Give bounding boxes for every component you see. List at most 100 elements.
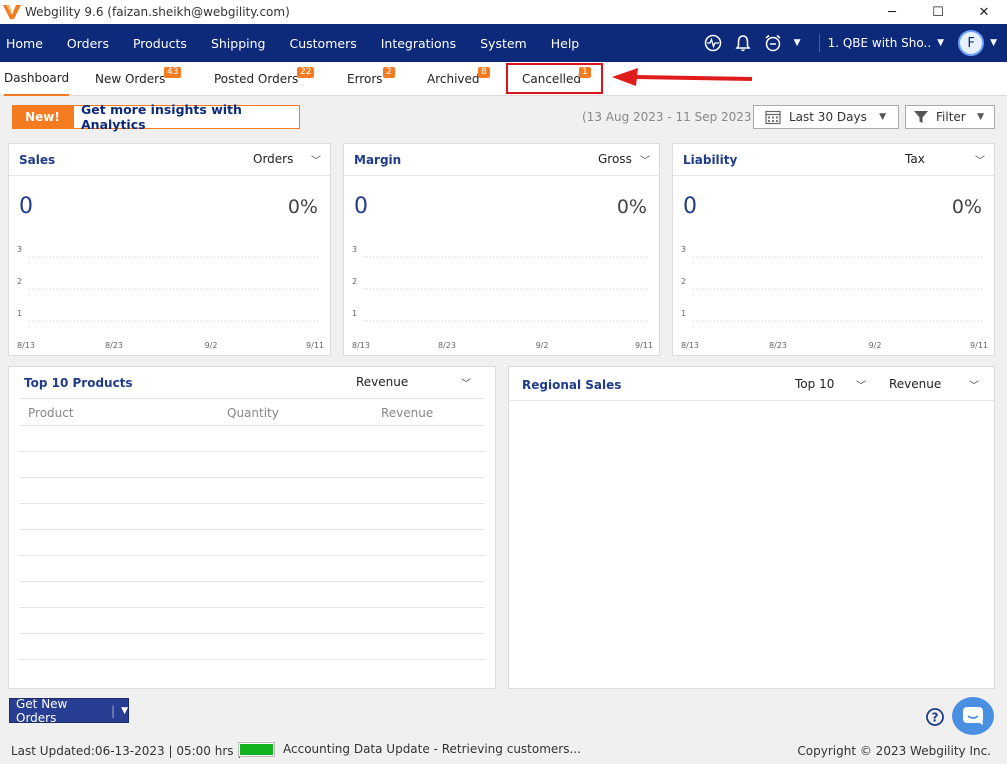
table-row	[19, 477, 485, 478]
y-tick-label: 3	[352, 245, 357, 254]
chevron-down-icon[interactable]: ▼	[794, 38, 801, 48]
y-tick-label: 3	[17, 245, 22, 254]
title-bar: Webgility 9.6 (faizan.sheikh@webgility.c…	[0, 0, 1007, 24]
close-button[interactable]: ✕	[961, 0, 1007, 24]
card-option-dropdown[interactable]: Tax	[905, 152, 925, 166]
analytics-link[interactable]: Get more insights with Analytics	[73, 102, 300, 132]
metric-dropdown[interactable]: Revenue	[889, 377, 941, 391]
chevron-down-icon: ▼	[977, 112, 984, 122]
card-header: Sales Orders ﹀	[9, 144, 330, 176]
new-badge: New!	[12, 105, 73, 129]
count-badge: 43	[164, 67, 182, 78]
card-title: Margin	[354, 153, 402, 167]
chevron-down-icon[interactable]: ▼	[121, 706, 128, 716]
table-row	[19, 529, 485, 530]
avatar[interactable]: F	[958, 30, 985, 56]
card-title: Liability	[683, 153, 738, 167]
y-tick-label: 1	[17, 309, 22, 318]
card-title: Sales	[19, 153, 56, 167]
table-row	[19, 555, 485, 556]
chevron-down-icon[interactable]: ﹀	[640, 152, 650, 167]
count-badge: 22	[297, 67, 315, 78]
tab-label: Archived	[427, 72, 480, 86]
y-tick-label: 3	[681, 245, 686, 254]
tab-label: Posted Orders	[214, 72, 299, 86]
nav-integrations[interactable]: Integrations	[369, 24, 468, 62]
table-row	[19, 607, 485, 608]
progress-bar	[238, 742, 275, 757]
card-percent: 0%	[287, 196, 318, 218]
card-value: 0	[683, 194, 697, 219]
calendar-icon	[765, 110, 781, 125]
tab-posted-orders[interactable]: Posted Orders 22	[214, 62, 315, 96]
table-row	[19, 659, 485, 660]
store-selector[interactable]: 1. QBE with Sho.. ▼	[828, 36, 945, 50]
tab-label: Errors	[347, 72, 383, 86]
filter-icon	[914, 111, 928, 123]
regional-sales-card: Regional Sales Top 10 ﹀ Revenue ﹀	[508, 366, 995, 689]
chevron-down-icon[interactable]: ﹀	[969, 377, 979, 392]
table-header: Product Quantity Revenue	[19, 398, 485, 426]
card-option-dropdown[interactable]: Revenue	[356, 375, 408, 389]
column-revenue: Revenue	[381, 406, 434, 420]
x-tick-label: 9/2	[205, 341, 218, 350]
get-new-orders-button[interactable]: Get New Orders | ▼	[9, 696, 129, 725]
chevron-down-icon[interactable]: ﹀	[311, 152, 321, 167]
y-tick-label: 1	[352, 309, 357, 318]
top-products-card: Top 10 Products Revenue ﹀ Product Quanti…	[8, 366, 496, 689]
chat-icon[interactable]	[952, 697, 994, 735]
tab-label: New Orders	[95, 72, 166, 86]
chevron-down-icon[interactable]: ﹀	[461, 375, 471, 390]
help-icon[interactable]: ?	[925, 707, 945, 727]
table-row	[19, 451, 485, 452]
nav-divider	[818, 34, 820, 52]
last-updated-text: Last Updated:06-13-2023 | 05:00 hrs |	[11, 744, 242, 758]
annotation-arrow-icon	[612, 68, 753, 86]
chevron-down-icon[interactable]: ﹀	[975, 152, 985, 167]
filter-label: Filter	[936, 110, 966, 124]
status-message: Accounting Data Update - Retrieving cust…	[283, 742, 581, 756]
button-divider: |	[111, 703, 116, 718]
card-option-dropdown[interactable]: Gross	[598, 152, 632, 166]
chevron-down-icon[interactable]: ﹀	[856, 377, 866, 392]
nav-customers[interactable]: Customers	[277, 24, 368, 62]
card-percent: 0%	[951, 196, 982, 218]
tab-new-orders[interactable]: New Orders 43	[95, 62, 182, 96]
tab-errors[interactable]: Errors 2	[347, 62, 395, 96]
status-bar: Last Updated:06-13-2023 | 05:00 hrs | Ac…	[0, 737, 1007, 764]
copyright-text: Copyright © 2023 Webgility Inc.	[797, 744, 991, 758]
activity-icon[interactable]	[704, 34, 722, 52]
alarm-clock-icon[interactable]	[764, 34, 782, 52]
chevron-down-icon[interactable]: ▼	[990, 38, 997, 48]
period-dropdown[interactable]: Last 30 Days ▼	[753, 105, 899, 129]
count-badge: 8	[478, 67, 490, 78]
chevron-down-icon: ▼	[879, 112, 886, 122]
nav-shipping[interactable]: Shipping	[199, 24, 278, 62]
x-tick-label: 8/13	[681, 341, 699, 350]
x-tick-label: 8/23	[438, 341, 456, 350]
maximize-button[interactable]: ☐	[915, 0, 961, 24]
x-tick-label: 9/11	[635, 341, 653, 350]
card-option-dropdown[interactable]: Orders	[253, 152, 293, 166]
y-tick-label: 2	[681, 277, 686, 286]
sales-chart: 3 2 1 8/13 8/23 9/2 9/11	[17, 245, 324, 350]
x-tick-label: 9/2	[536, 341, 549, 350]
minimize-button[interactable]: ─	[869, 0, 915, 24]
bell-icon[interactable]	[734, 34, 752, 52]
nav-system[interactable]: System	[468, 24, 539, 62]
date-range-text: (13 Aug 2023 - 11 Sep 2023)	[582, 110, 757, 124]
button-label: Get New Orders	[16, 696, 68, 725]
tab-archived[interactable]: Archived 8	[427, 62, 490, 96]
count-badge: 2	[383, 67, 395, 78]
top-n-dropdown[interactable]: Top 10	[795, 377, 834, 391]
filter-button[interactable]: Filter ▼	[905, 105, 995, 129]
nav-products[interactable]: Products	[121, 24, 199, 62]
margin-card: Margin Gross ﹀ 0 0% 3 2 1 8/13 8/23 9/2 9/11	[343, 143, 660, 356]
nav-home[interactable]: Home	[0, 24, 55, 62]
tab-dashboard[interactable]: Dashboard	[4, 62, 70, 96]
nav-help[interactable]: Help	[539, 24, 592, 62]
nav-orders[interactable]: Orders	[55, 24, 121, 62]
chevron-down-icon: ▼	[937, 38, 945, 48]
x-tick-label: 8/13	[352, 341, 370, 350]
annotation-highlight-box	[506, 63, 603, 94]
